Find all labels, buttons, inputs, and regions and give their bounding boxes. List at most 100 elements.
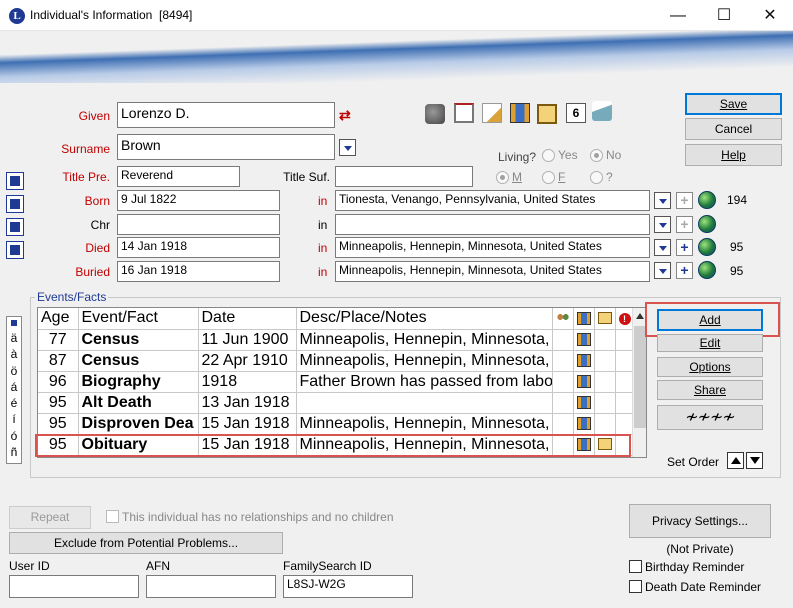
buried-globe-icon[interactable] xyxy=(698,261,716,279)
share-button[interactable]: Share xyxy=(657,380,763,400)
born-add-icon[interactable]: + xyxy=(676,192,693,209)
buried-place-dropdown[interactable] xyxy=(654,262,671,279)
nav-stop-icon[interactable] xyxy=(6,241,24,259)
sex-f-radio[interactable] xyxy=(542,171,555,184)
surname-dropdown[interactable] xyxy=(339,139,356,156)
close-icon[interactable]: ✕ xyxy=(747,0,793,31)
col-desc-header[interactable]: Desc/Place/Notes xyxy=(296,308,553,330)
special-char[interactable]: ö xyxy=(8,363,20,379)
died-add-icon[interactable]: + xyxy=(676,239,693,256)
scroll-up-icon[interactable] xyxy=(636,313,644,319)
privacy-settings-button[interactable]: Privacy Settings... xyxy=(629,504,771,538)
given-input[interactable]: Lorenzo D. xyxy=(117,102,335,128)
living-yes-label: Yes xyxy=(558,148,578,162)
special-char[interactable]: ñ xyxy=(8,444,20,460)
buried-label: Buried xyxy=(75,265,110,279)
dna-button[interactable]: ≁≁≁≁ xyxy=(657,405,763,430)
media-icon[interactable] xyxy=(537,104,557,124)
birthday-reminder-checkbox[interactable] xyxy=(629,560,642,573)
chr-date-input[interactable] xyxy=(117,214,280,235)
living-yes-radio[interactable] xyxy=(542,149,555,162)
people-icon[interactable] xyxy=(425,104,445,124)
buried-add-icon[interactable]: + xyxy=(676,262,693,279)
row-problem-cell xyxy=(615,392,634,414)
special-char[interactable]: í xyxy=(8,411,20,427)
cancel-button[interactable]: Cancel xyxy=(685,118,782,140)
title-suf-input[interactable] xyxy=(335,166,473,187)
afn-input[interactable] xyxy=(146,575,276,598)
born-globe-icon[interactable] xyxy=(698,191,716,209)
col-people-header xyxy=(552,308,574,330)
title-pre-label: Title Pre. xyxy=(62,170,110,184)
born-date-input[interactable]: 9 Jul 1822 xyxy=(117,190,280,211)
table-row[interactable]: 87 Census 22 Apr 1910 Minneapolis, Henne… xyxy=(38,350,634,372)
add-button[interactable]: Add xyxy=(657,309,763,331)
move-up-icon[interactable] xyxy=(727,452,744,469)
row-date: 22 Apr 1910 xyxy=(198,350,297,372)
table-row[interactable]: 96 Biography 1918 Father Brown has passe… xyxy=(38,371,634,393)
no-relationships-checkbox[interactable] xyxy=(106,510,119,523)
window-title: Individual's Information [8494] xyxy=(30,8,192,22)
obituary-highlight-box xyxy=(35,434,631,457)
table-row[interactable]: 95 Disproven Dea 15 Jan 1918 Minneapolis… xyxy=(38,413,634,435)
special-char[interactable]: ä xyxy=(8,330,20,346)
died-globe-icon[interactable] xyxy=(698,238,716,256)
row-source-cell xyxy=(573,413,595,435)
table-row[interactable]: 95 Alt Death 13 Jan 1918 xyxy=(38,392,634,414)
row-date: 13 Jan 1918 xyxy=(198,392,297,414)
chr-place-input[interactable] xyxy=(335,214,650,235)
tasks-icon[interactable] xyxy=(592,101,612,121)
born-place-dropdown[interactable] xyxy=(654,192,671,209)
sources-icon[interactable] xyxy=(510,103,530,123)
died-place-dropdown[interactable] xyxy=(654,239,671,256)
born-place-input[interactable]: Tionesta, Venango, Pennsylvania, United … xyxy=(335,190,650,211)
move-down-icon[interactable] xyxy=(746,452,763,469)
chr-place-dropdown[interactable] xyxy=(654,216,671,233)
buried-date-input[interactable]: 16 Jan 1918 xyxy=(117,261,280,282)
swap-names-icon[interactable]: ⇄ xyxy=(339,107,351,124)
special-chars-list[interactable]: ä à ö á é í ó ñ xyxy=(8,330,20,460)
col-date-header[interactable]: Date xyxy=(198,308,297,330)
exclude-problems-button[interactable]: Exclude from Potential Problems... xyxy=(9,532,283,554)
calendar-icon[interactable]: 6 xyxy=(566,103,586,123)
minimize-icon[interactable]: — xyxy=(655,0,701,31)
familysearch-input[interactable]: L8SJ-W2G xyxy=(283,575,413,598)
buried-place-input[interactable]: Minneapolis, Hennepin, Minnesota, United… xyxy=(335,261,650,282)
scroll-thumb[interactable] xyxy=(634,326,646,428)
sex-m-radio[interactable] xyxy=(496,171,509,184)
surname-input[interactable]: Brown xyxy=(117,134,335,160)
maximize-icon[interactable]: ☐ xyxy=(701,0,747,31)
special-char[interactable]: ó xyxy=(8,428,20,444)
col-source-header xyxy=(573,308,595,330)
living-no-radio[interactable] xyxy=(590,149,603,162)
options-button[interactable]: Options xyxy=(657,357,763,377)
help-button[interactable]: Help xyxy=(685,144,782,166)
nav-up-icon[interactable] xyxy=(6,172,24,190)
edit-label: Edit xyxy=(699,336,721,350)
chr-globe-icon[interactable] xyxy=(698,215,716,233)
title-pre-input[interactable]: Reverend xyxy=(117,166,240,187)
died-place-input[interactable]: Minneapolis, Hennepin, Minnesota, United… xyxy=(335,237,650,258)
died-date-input[interactable]: 14 Jan 1918 xyxy=(117,237,280,258)
edit-button[interactable]: Edit xyxy=(657,334,763,352)
save-button[interactable]: Save xyxy=(685,93,782,115)
chr-in-label: in xyxy=(318,218,328,232)
repeat-button[interactable]: Repeat xyxy=(9,506,91,529)
col-age-header[interactable]: Age xyxy=(38,308,79,330)
special-char[interactable]: à xyxy=(8,346,20,362)
nav-menu-icon[interactable] xyxy=(6,218,24,236)
notes-icon[interactable] xyxy=(482,103,502,123)
familysearch-label: FamilySearch ID xyxy=(283,559,372,573)
home-icon[interactable] xyxy=(454,103,474,123)
chr-add-icon[interactable]: + xyxy=(676,216,693,233)
living-label: Living? xyxy=(498,150,537,164)
nav-minus-icon[interactable] xyxy=(6,195,24,213)
col-event-header[interactable]: Event/Fact xyxy=(78,308,199,330)
sex-unknown-radio[interactable] xyxy=(590,171,603,184)
special-char[interactable]: é xyxy=(8,395,20,411)
special-char[interactable]: á xyxy=(8,379,20,395)
user-id-input[interactable] xyxy=(9,575,139,598)
death-reminder-checkbox[interactable] xyxy=(629,580,642,593)
table-row[interactable]: 77 Census 11 Jun 1900 Minneapolis, Henne… xyxy=(38,329,634,351)
death-reminder-label: Death Date Reminder xyxy=(645,580,762,594)
